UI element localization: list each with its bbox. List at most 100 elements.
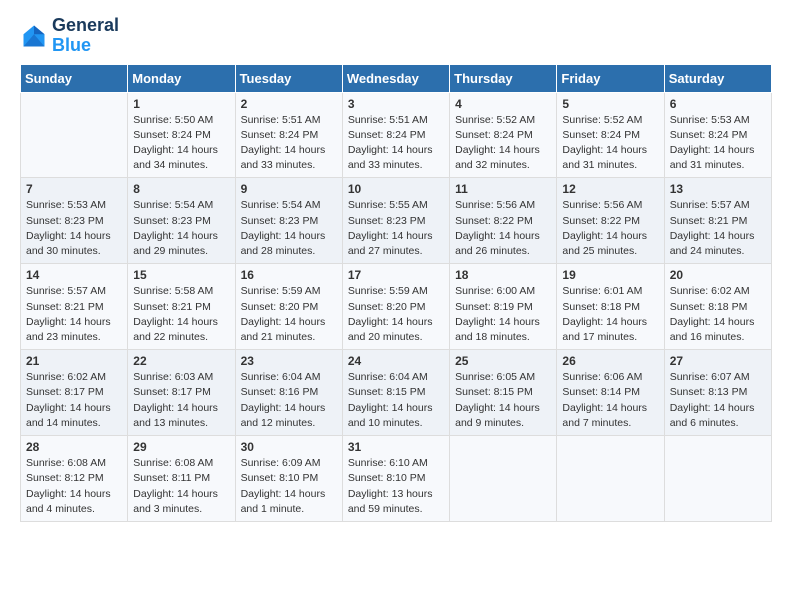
- cell-info: Sunrise: 6:06 AMSunset: 8:14 PMDaylight:…: [562, 370, 658, 431]
- cell-info: Sunrise: 5:56 AMSunset: 8:22 PMDaylight:…: [562, 198, 658, 259]
- calendar-cell: 25 Sunrise: 6:05 AMSunset: 8:15 PMDayligh…: [450, 350, 557, 436]
- week-row-2: 7 Sunrise: 5:53 AMSunset: 8:23 PMDaylight…: [21, 178, 772, 264]
- day-number: 25: [455, 354, 551, 368]
- cell-info: Sunrise: 5:55 AMSunset: 8:23 PMDaylight:…: [348, 198, 444, 259]
- cell-info: Sunrise: 5:51 AMSunset: 8:24 PMDaylight:…: [241, 113, 337, 174]
- calendar-cell: 27 Sunrise: 6:07 AMSunset: 8:13 PMDayligh…: [664, 350, 771, 436]
- day-number: 20: [670, 268, 766, 282]
- calendar-cell: 21Sunrise: 6:02 AMSunset: 8:17 PMDayligh…: [21, 350, 128, 436]
- cell-info: Sunrise: 6:02 AMSunset: 8:18 PMDaylight:…: [670, 284, 766, 345]
- calendar-cell: 17Sunrise: 5:59 AMSunset: 8:20 PMDayligh…: [342, 264, 449, 350]
- header-cell-thursday: Thursday: [450, 64, 557, 92]
- page-header: General Blue: [20, 16, 772, 56]
- header-cell-saturday: Saturday: [664, 64, 771, 92]
- cell-info: Sunrise: 5:54 AMSunset: 8:23 PMDaylight:…: [133, 198, 229, 259]
- cell-info: Sunrise: 5:57 AMSunset: 8:21 PMDaylight:…: [26, 284, 122, 345]
- cell-info: Sunrise: 6:08 AMSunset: 8:11 PMDaylight:…: [133, 456, 229, 517]
- day-number: 18: [455, 268, 551, 282]
- logo-line1: General: [52, 16, 119, 36]
- logo: General Blue: [20, 16, 119, 56]
- cell-info: Sunrise: 6:08 AMSunset: 8:12 PMDaylight:…: [26, 456, 122, 517]
- cell-info: Sunrise: 5:53 AMSunset: 8:24 PMDaylight:…: [670, 113, 766, 174]
- calendar-cell: 15 Sunrise: 5:58 AMSunset: 8:21 PMDayligh…: [128, 264, 235, 350]
- header-cell-sunday: Sunday: [21, 64, 128, 92]
- calendar-cell: 20 Sunrise: 6:02 AMSunset: 8:18 PMDayligh…: [664, 264, 771, 350]
- cell-info: Sunrise: 6:10 AMSunset: 8:10 PMDaylight:…: [348, 456, 444, 517]
- cell-info: Sunrise: 6:07 AMSunset: 8:13 PMDaylight:…: [670, 370, 766, 431]
- calendar-cell: 14 Sunrise: 5:57 AMSunset: 8:21 PMDayligh…: [21, 264, 128, 350]
- logo-text: General Blue: [52, 16, 119, 56]
- calendar-cell: 16 Sunrise: 5:59 AMSunset: 8:20 PMDayligh…: [235, 264, 342, 350]
- calendar-cell: 8 Sunrise: 5:54 AMSunset: 8:23 PMDaylight…: [128, 178, 235, 264]
- calendar-cell: 29 Sunrise: 6:08 AMSunset: 8:11 PMDayligh…: [128, 436, 235, 522]
- calendar-cell: 13Sunrise: 5:57 AMSunset: 8:21 PMDayligh…: [664, 178, 771, 264]
- cell-info: Sunrise: 5:53 AMSunset: 8:23 PMDaylight:…: [26, 198, 122, 259]
- calendar-cell: 4 Sunrise: 5:52 AMSunset: 8:24 PMDaylight…: [450, 92, 557, 178]
- day-number: 1: [133, 97, 229, 111]
- header-cell-tuesday: Tuesday: [235, 64, 342, 92]
- day-number: 19: [562, 268, 658, 282]
- week-row-3: 14 Sunrise: 5:57 AMSunset: 8:21 PMDayligh…: [21, 264, 772, 350]
- week-row-4: 21Sunrise: 6:02 AMSunset: 8:17 PMDayligh…: [21, 350, 772, 436]
- cell-info: Sunrise: 6:01 AMSunset: 8:18 PMDaylight:…: [562, 284, 658, 345]
- cell-info: Sunrise: 5:50 AMSunset: 8:24 PMDaylight:…: [133, 113, 229, 174]
- cell-info: Sunrise: 6:05 AMSunset: 8:15 PMDaylight:…: [455, 370, 551, 431]
- calendar-cell: 28Sunrise: 6:08 AMSunset: 8:12 PMDayligh…: [21, 436, 128, 522]
- day-number: 10: [348, 182, 444, 196]
- day-number: 7: [26, 182, 122, 196]
- day-number: 29: [133, 440, 229, 454]
- cell-info: Sunrise: 6:04 AMSunset: 8:15 PMDaylight:…: [348, 370, 444, 431]
- cell-info: Sunrise: 6:04 AMSunset: 8:16 PMDaylight:…: [241, 370, 337, 431]
- calendar-cell: 3Sunrise: 5:51 AMSunset: 8:24 PMDaylight…: [342, 92, 449, 178]
- header-cell-monday: Monday: [128, 64, 235, 92]
- week-row-5: 28Sunrise: 6:08 AMSunset: 8:12 PMDayligh…: [21, 436, 772, 522]
- calendar-cell: [664, 436, 771, 522]
- week-row-1: 1 Sunrise: 5:50 AMSunset: 8:24 PMDaylight…: [21, 92, 772, 178]
- calendar-cell: 18 Sunrise: 6:00 AMSunset: 8:19 PMDayligh…: [450, 264, 557, 350]
- day-number: 14: [26, 268, 122, 282]
- calendar-cell: 24 Sunrise: 6:04 AMSunset: 8:15 PMDayligh…: [342, 350, 449, 436]
- calendar-body: 1 Sunrise: 5:50 AMSunset: 8:24 PMDaylight…: [21, 92, 772, 521]
- calendar-cell: 1 Sunrise: 5:50 AMSunset: 8:24 PMDaylight…: [128, 92, 235, 178]
- day-number: 26: [562, 354, 658, 368]
- cell-info: Sunrise: 5:52 AMSunset: 8:24 PMDaylight:…: [455, 113, 551, 174]
- day-number: 4: [455, 97, 551, 111]
- day-number: 23: [241, 354, 337, 368]
- calendar-cell: 12 Sunrise: 5:56 AMSunset: 8:22 PMDayligh…: [557, 178, 664, 264]
- calendar-cell: 31 Sunrise: 6:10 AMSunset: 8:10 PMDayligh…: [342, 436, 449, 522]
- cell-info: Sunrise: 5:58 AMSunset: 8:21 PMDaylight:…: [133, 284, 229, 345]
- cell-info: Sunrise: 5:56 AMSunset: 8:22 PMDaylight:…: [455, 198, 551, 259]
- header-row: SundayMondayTuesdayWednesdayThursdayFrid…: [21, 64, 772, 92]
- cell-info: Sunrise: 6:00 AMSunset: 8:19 PMDaylight:…: [455, 284, 551, 345]
- day-number: 30: [241, 440, 337, 454]
- calendar-cell: 22Sunrise: 6:03 AMSunset: 8:17 PMDayligh…: [128, 350, 235, 436]
- day-number: 5: [562, 97, 658, 111]
- day-number: 6: [670, 97, 766, 111]
- cell-info: Sunrise: 5:57 AMSunset: 8:21 PMDaylight:…: [670, 198, 766, 259]
- cell-info: Sunrise: 5:59 AMSunset: 8:20 PMDaylight:…: [348, 284, 444, 345]
- day-number: 27: [670, 354, 766, 368]
- calendar-cell: 19 Sunrise: 6:01 AMSunset: 8:18 PMDayligh…: [557, 264, 664, 350]
- calendar-cell: 30Sunrise: 6:09 AMSunset: 8:10 PMDayligh…: [235, 436, 342, 522]
- day-number: 12: [562, 182, 658, 196]
- cell-info: Sunrise: 6:02 AMSunset: 8:17 PMDaylight:…: [26, 370, 122, 431]
- cell-info: Sunrise: 5:52 AMSunset: 8:24 PMDaylight:…: [562, 113, 658, 174]
- calendar-cell: 9 Sunrise: 5:54 AMSunset: 8:23 PMDaylight…: [235, 178, 342, 264]
- cell-info: Sunrise: 5:59 AMSunset: 8:20 PMDaylight:…: [241, 284, 337, 345]
- day-number: 9: [241, 182, 337, 196]
- cell-info: Sunrise: 6:03 AMSunset: 8:17 PMDaylight:…: [133, 370, 229, 431]
- cell-info: Sunrise: 5:54 AMSunset: 8:23 PMDaylight:…: [241, 198, 337, 259]
- logo-line2: Blue: [52, 35, 91, 55]
- calendar-cell: 11 Sunrise: 5:56 AMSunset: 8:22 PMDayligh…: [450, 178, 557, 264]
- calendar-cell: 23 Sunrise: 6:04 AMSunset: 8:16 PMDayligh…: [235, 350, 342, 436]
- day-number: 31: [348, 440, 444, 454]
- calendar-cell: 10 Sunrise: 5:55 AMSunset: 8:23 PMDayligh…: [342, 178, 449, 264]
- day-number: 24: [348, 354, 444, 368]
- day-number: 11: [455, 182, 551, 196]
- day-number: 15: [133, 268, 229, 282]
- day-number: 16: [241, 268, 337, 282]
- header-cell-friday: Friday: [557, 64, 664, 92]
- calendar-cell: 6 Sunrise: 5:53 AMSunset: 8:24 PMDaylight…: [664, 92, 771, 178]
- calendar-header: SundayMondayTuesdayWednesdayThursdayFrid…: [21, 64, 772, 92]
- day-number: 8: [133, 182, 229, 196]
